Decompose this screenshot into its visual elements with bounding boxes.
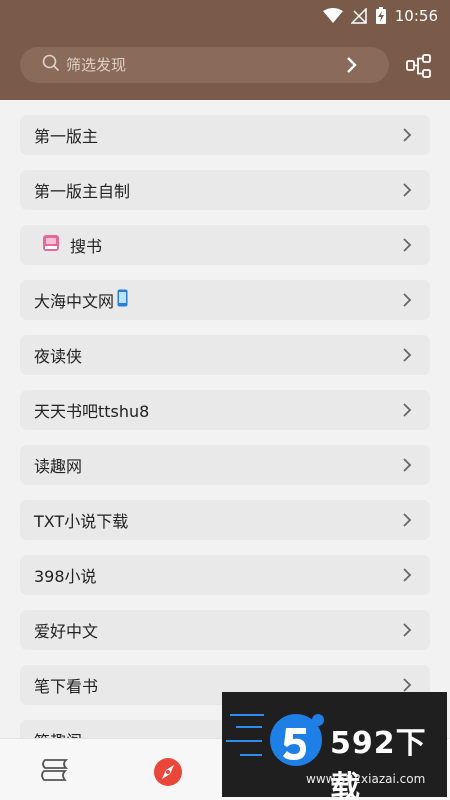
no-signal-icon	[350, 8, 367, 24]
list-item[interactable]: 读趣网	[20, 445, 430, 485]
list-item-label: 笔下看书	[34, 677, 99, 696]
list-item-label: 搜书	[70, 237, 103, 256]
list-item-label: 天天书吧ttshu8	[34, 402, 150, 421]
list-item-label: 读趣网	[34, 457, 83, 476]
list-item[interactable]: TXT小说下载	[20, 500, 430, 540]
brand-logo-icon	[270, 714, 324, 766]
list-item-label: TXT小说下载	[34, 512, 129, 531]
compass-icon[interactable]	[153, 757, 183, 791]
phone-icon	[117, 289, 128, 311]
status-time: 10:56	[394, 7, 438, 25]
watermark-url: www.592xiazai.com	[306, 772, 426, 786]
status-bar: 10:56	[0, 0, 450, 32]
search-input[interactable]	[66, 56, 336, 74]
source-tree-icon[interactable]	[405, 52, 433, 80]
wifi-icon	[322, 8, 343, 24]
chevron-right-icon	[402, 622, 412, 642]
source-list: 第一版主 第一版主自制 搜书 大海中文网 夜读侠 天天书吧ttshu8 读趣网 …	[20, 115, 430, 760]
list-item-label: 第一版主自制	[34, 182, 131, 201]
search-go-icon[interactable]	[345, 55, 359, 79]
list-item[interactable]: 夜读侠	[20, 335, 430, 375]
chevron-right-icon	[402, 127, 412, 147]
bookshelf-icon[interactable]	[40, 757, 70, 787]
watermark-brand: 592下载	[330, 726, 427, 800]
list-item[interactable]: 大海中文网	[20, 280, 430, 320]
list-item[interactable]: 第一版主自制	[20, 170, 430, 210]
streak-decoration	[240, 754, 262, 756]
chevron-right-icon	[402, 402, 412, 422]
book-icon	[42, 234, 60, 256]
chevron-right-icon	[402, 237, 412, 257]
chevron-right-icon	[402, 182, 412, 202]
search-icon	[42, 54, 60, 76]
chevron-right-icon	[402, 512, 412, 532]
list-item-label: 第一版主	[34, 127, 99, 146]
list-item-label: 爱好中文	[34, 622, 99, 641]
list-item[interactable]: 爱好中文	[20, 610, 430, 650]
search-bar[interactable]	[20, 47, 389, 83]
list-item-label: 夜读侠	[34, 347, 83, 366]
streak-decoration	[236, 726, 262, 728]
app-header: 10:56	[0, 0, 450, 100]
chevron-right-icon	[402, 567, 412, 587]
list-item[interactable]: 天天书吧ttshu8	[20, 390, 430, 430]
list-item-label: 398小说	[34, 567, 97, 586]
watermark-banner: 592下载 www.592xiazai.com	[222, 692, 447, 800]
list-item-label: 大海中文网	[34, 292, 115, 311]
battery-charging-icon	[375, 7, 387, 25]
streak-decoration	[226, 740, 262, 742]
list-item[interactable]: 398小说	[20, 555, 430, 595]
list-item[interactable]: 第一版主	[20, 115, 430, 155]
streak-decoration	[230, 714, 264, 716]
chevron-right-icon	[402, 347, 412, 367]
list-item[interactable]: 搜书	[20, 225, 430, 265]
chevron-right-icon	[402, 292, 412, 312]
chevron-right-icon	[402, 457, 412, 477]
